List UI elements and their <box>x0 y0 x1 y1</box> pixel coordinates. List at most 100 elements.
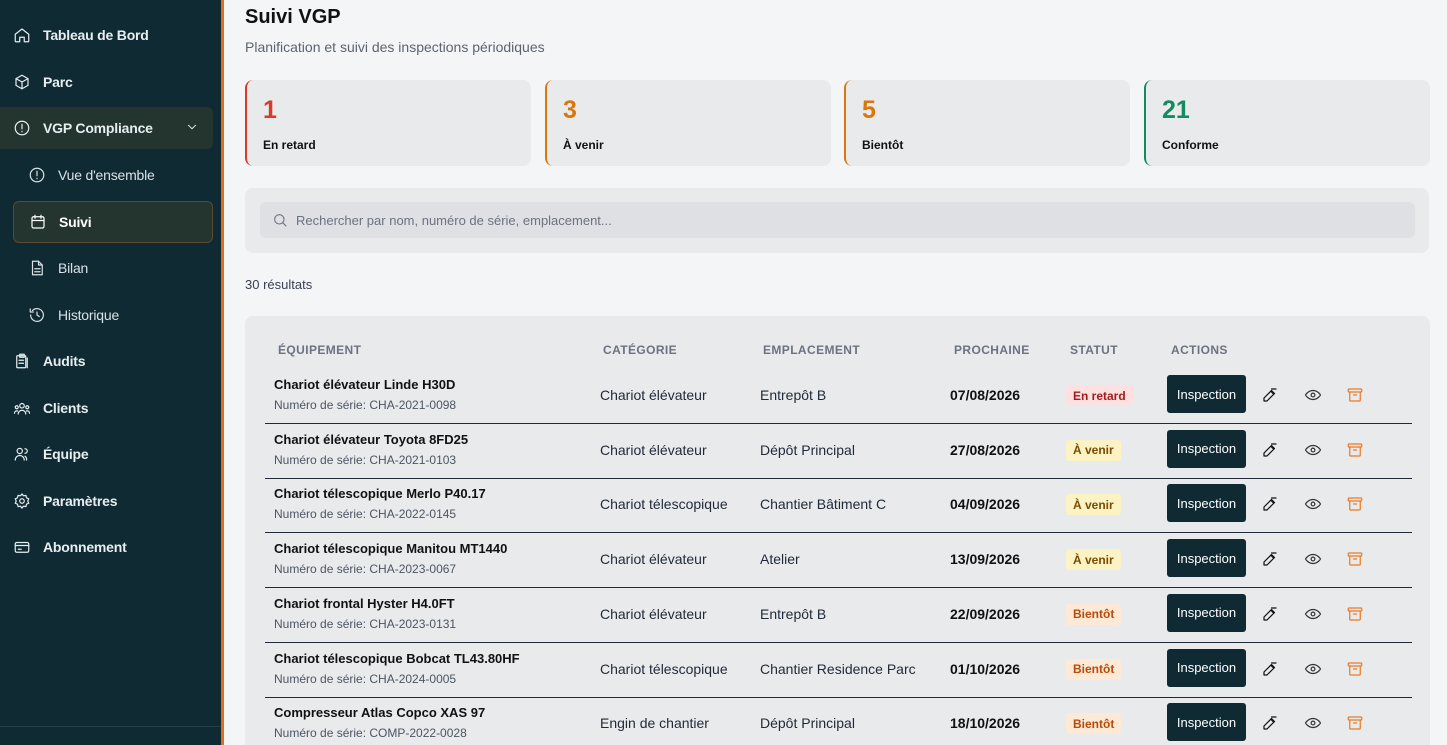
column-header-emplacement[interactable]: EMPLACEMENT <box>763 343 860 357</box>
search-box[interactable] <box>260 202 1415 238</box>
inspection-button[interactable]: Inspection <box>1167 703 1246 742</box>
search-input[interactable] <box>296 212 1396 228</box>
sidebar-item-bilan[interactable]: Bilan <box>13 247 213 289</box>
edit-icon[interactable] <box>1260 385 1280 405</box>
table-row[interactable]: Chariot élévateur Toyota 8FD25 Numéro de … <box>265 424 1412 479</box>
equipment-name: Chariot télescopique Manitou MT1440 <box>274 541 508 557</box>
category-cell: Chariot élévateur <box>600 441 707 458</box>
sidebar-item-label: VGP Compliance <box>43 120 153 136</box>
column-header-categorie[interactable]: CATÉGORIE <box>603 343 677 357</box>
credit-card-icon <box>13 538 31 556</box>
serial-number: Numéro de série: CHA-2023-0131 <box>274 616 457 631</box>
table-row[interactable]: Chariot télescopique Bobcat TL43.80HF Num… <box>265 643 1412 698</box>
next-date-cell: 18/10/2026 <box>950 715 1021 732</box>
edit-icon[interactable] <box>1260 659 1280 679</box>
inspection-button[interactable]: Inspection <box>1167 429 1246 468</box>
kpi-card-soon[interactable]: 5 Bientôt <box>844 80 1130 166</box>
sidebar-item-audits[interactable]: Audits <box>0 340 213 382</box>
page-title: Suivi VGP <box>245 6 341 28</box>
users-icon <box>13 399 31 417</box>
edit-icon[interactable] <box>1260 494 1280 514</box>
sidebar-item-label: Bilan <box>58 260 89 276</box>
eye-icon[interactable] <box>1303 713 1323 733</box>
sidebar-item-label: Vue d'ensemble <box>58 167 155 183</box>
sidebar-item-equipe[interactable]: Équipe <box>0 433 213 475</box>
category-cell: Chariot élévateur <box>600 551 707 568</box>
table-row[interactable]: Chariot télescopique Manitou MT1440 Numér… <box>265 533 1412 589</box>
eye-icon[interactable] <box>1303 659 1323 679</box>
sidebar-item-parametres[interactable]: Paramètres <box>0 480 213 522</box>
table-row[interactable]: Chariot télescopique Merlo P40.17 Numéro … <box>265 478 1412 534</box>
sidebar-item-parc[interactable]: Parc <box>0 61 213 103</box>
archive-icon[interactable] <box>1345 659 1365 679</box>
column-header-prochaine[interactable]: PROCHAINE <box>954 343 1030 357</box>
calendar-icon <box>29 213 47 231</box>
sidebar-item-label: Équipe <box>43 446 89 462</box>
archive-icon[interactable] <box>1345 440 1365 460</box>
sidebar-divider <box>0 726 221 727</box>
table-row[interactable]: Chariot frontal Hyster H4.0FT Numéro de s… <box>265 588 1412 643</box>
archive-icon[interactable] <box>1345 713 1365 733</box>
archive-icon[interactable] <box>1345 494 1365 514</box>
table-row[interactable]: Chariot élévateur Linde H30D Numéro de sé… <box>265 369 1412 424</box>
sidebar-item-vue-ensemble[interactable]: Vue d'ensemble <box>13 154 213 196</box>
equipment-name: Compresseur Atlas Copco XAS 97 <box>274 705 486 721</box>
archive-icon[interactable] <box>1345 385 1365 405</box>
location-cell: Entrepôt B <box>760 387 827 403</box>
category-cell: Chariot élévateur <box>600 387 707 403</box>
eye-icon[interactable] <box>1303 494 1323 514</box>
equipment-name: Chariot télescopique Bobcat TL43.80HF <box>274 650 520 666</box>
equipment-name: Chariot frontal Hyster H4.0FT <box>274 595 455 611</box>
kpi-card-compliant[interactable]: 21 Conforme <box>1144 80 1430 166</box>
sidebar-item-abonnement[interactable]: Abonnement <box>0 526 213 568</box>
sidebar-item-suivi[interactable]: Suivi <box>13 201 213 243</box>
sidebar-item-clients[interactable]: Clients <box>0 387 213 429</box>
inspection-button[interactable]: Inspection <box>1167 648 1246 687</box>
inspection-button[interactable]: Inspection <box>1167 593 1246 632</box>
sidebar-item-label: Paramètres <box>43 493 118 509</box>
next-date-cell: 27/08/2026 <box>950 441 1021 458</box>
edit-icon[interactable] <box>1260 440 1280 460</box>
kpi-card-late[interactable]: 1 En retard <box>245 80 531 166</box>
category-cell: Chariot élévateur <box>600 605 707 622</box>
inspection-button[interactable]: Inspection <box>1167 375 1246 413</box>
kpi-card-upcoming[interactable]: 3 À venir <box>545 80 831 166</box>
location-cell: Dépôt Principal <box>760 441 855 458</box>
edit-icon[interactable] <box>1260 549 1280 569</box>
eye-icon[interactable] <box>1303 604 1323 624</box>
kpi-value: 1 <box>263 96 277 124</box>
kpi-value: 21 <box>1162 96 1190 124</box>
sidebar-item-label: Abonnement <box>43 539 127 555</box>
chevron-down-icon[interactable] <box>185 120 199 134</box>
inspection-button[interactable]: Inspection <box>1167 539 1246 578</box>
kpi-label: À venir <box>563 138 604 152</box>
sidebar-item-label: Tableau de Bord <box>43 27 149 43</box>
status-badge: À venir <box>1066 549 1121 571</box>
eye-icon[interactable] <box>1303 440 1323 460</box>
sidebar-item-vgp-compliance[interactable]: VGP Compliance <box>0 107 213 149</box>
edit-icon[interactable] <box>1260 713 1280 733</box>
eye-icon[interactable] <box>1303 385 1323 405</box>
status-badge: Bientôt <box>1066 713 1122 735</box>
column-header-statut[interactable]: STATUT <box>1070 343 1118 357</box>
table-row[interactable]: Compresseur Atlas Copco XAS 97 Numéro de … <box>265 697 1412 745</box>
archive-icon[interactable] <box>1345 604 1365 624</box>
inspection-button[interactable]: Inspection <box>1167 484 1246 523</box>
edit-icon[interactable] <box>1260 604 1280 624</box>
alert-circle-icon <box>13 119 31 137</box>
history-icon <box>28 306 46 324</box>
kpi-value: 3 <box>563 96 577 124</box>
next-date-cell: 13/09/2026 <box>950 551 1021 568</box>
eye-icon[interactable] <box>1303 549 1323 569</box>
serial-number: Numéro de série: CHA-2023-0067 <box>274 562 457 577</box>
results-count: 30 résultats <box>245 277 313 292</box>
sidebar-item-tableau-de-bord[interactable]: Tableau de Bord <box>0 14 213 56</box>
sidebar-item-historique[interactable]: Historique <box>13 294 213 336</box>
column-header-equipement[interactable]: ÉQUIPEMENT <box>278 343 361 357</box>
file-icon <box>28 259 46 277</box>
sidebar-item-label: Parc <box>43 74 73 90</box>
equipment-name: Chariot élévateur Linde H30D <box>274 377 456 392</box>
alert-circle-icon <box>28 166 46 184</box>
archive-icon[interactable] <box>1345 549 1365 569</box>
sidebar-item-label: Historique <box>58 307 120 323</box>
